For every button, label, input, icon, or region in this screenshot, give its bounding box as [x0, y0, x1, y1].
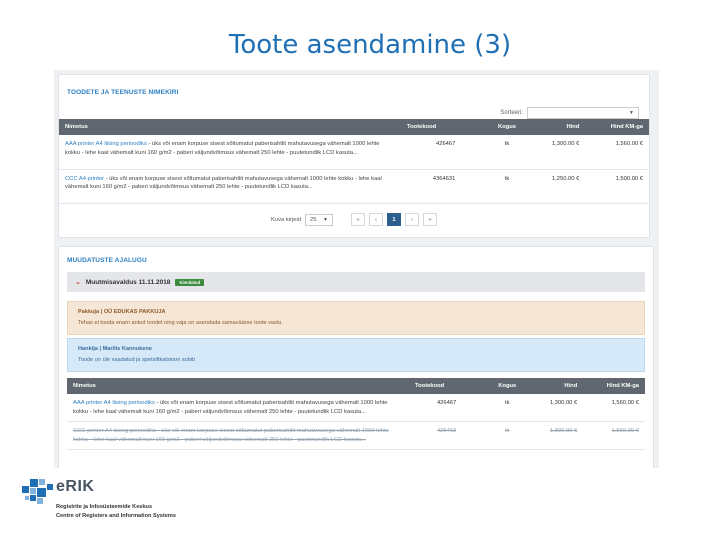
cell-code: 426467 [401, 135, 486, 170]
cell-price: 1,300.00 € [528, 135, 586, 170]
cell-price-vat: 1,500.00 € [585, 169, 649, 204]
history-panel: MUUDATUSTE AJALUGU ⌄ Muutmisavaldus 11.1… [58, 246, 654, 468]
sort-select[interactable]: ▼ [527, 107, 639, 119]
cell-price-vat: 1,560.00 € [583, 421, 645, 451]
col-name[interactable]: Nimetus [59, 119, 401, 135]
product-link[interactable]: AAA printer A4 liising perioodiks [65, 141, 147, 147]
supplier-text: Tehas ei tooda enam antud toodet ning va… [78, 320, 283, 326]
product-desc: - üks või enam korpuse sisest sõltumatut… [65, 175, 382, 191]
supplier-note: Pakkuja | OÜ EDUKAS PAKKUJA Tehas ei too… [67, 301, 645, 335]
product-link[interactable]: CCC printer A4 liising perioodiks [73, 428, 156, 434]
history-heading: MUUDATUSTE AJALUGU [67, 257, 147, 264]
product-link[interactable]: AAA printer A4 liising perioodiks [73, 400, 155, 406]
first-page-button[interactable]: « [350, 213, 365, 226]
supplier-title: Pakkuja | OÜ EDUKAS PAKKUJA [78, 309, 166, 315]
table-row: AAA printer A4 liising perioodiks - üks … [59, 135, 649, 170]
org-name-et: Registrite ja Infosüsteemide Keskus [56, 504, 153, 510]
table-row: CCC A4 printer - üks või enam korpuse si… [59, 169, 649, 204]
next-page-button[interactable]: › [404, 213, 419, 226]
org-name-en: Centre of Registers and Information Syst… [56, 513, 176, 519]
chevron-down-icon: ⌄ [75, 279, 81, 286]
caret-down-icon: ▼ [323, 216, 328, 223]
cell-price-vat: 1,560.00 € [583, 394, 645, 423]
col-code[interactable]: Tootekood [401, 119, 486, 135]
buyer-title: Hankija | Marilis Kannukene [78, 346, 152, 352]
pagination: Kuva kirjeid 25 ▼ « ‹ 1 › » [59, 213, 649, 226]
col-name[interactable]: Nimetus [67, 378, 409, 394]
cell-name: CCC printer A4 liising perioodiks - üks … [67, 421, 409, 451]
col-price-vat[interactable]: Hind KM-ga [585, 119, 649, 135]
products-table: Nimetus Tootekood Kogus Hind Hind KM-ga … [59, 119, 649, 204]
cell-name: AAA printer A4 liising perioodiks - üks … [67, 394, 409, 423]
per-page-value: 25 [309, 216, 317, 223]
col-qty[interactable]: Kogus [486, 378, 529, 394]
history-entry-header[interactable]: ⌄ Muutmisavaldus 11.11.2018 Kinnitatud [67, 272, 645, 292]
cell-qty: tk [486, 394, 529, 423]
last-page-button[interactable]: » [422, 213, 437, 226]
history-entry-title: Muutmisavaldus 11.11.2018 [85, 278, 171, 286]
col-qty[interactable]: Kogus [485, 119, 529, 135]
buyer-text: Toode on üle vaadatud ja spetsifikatsioo… [78, 357, 196, 363]
product-link[interactable]: CCC A4 printer [65, 176, 104, 182]
per-page-select[interactable]: 25 ▼ [304, 213, 333, 226]
slide-title: Toote asendamine (3) [228, 30, 512, 60]
status-badge: Kinnitatud [175, 278, 205, 286]
cell-qty: tk [485, 169, 529, 204]
cell-price: 1,300.00 € [528, 394, 584, 423]
buyer-note: Hankija | Marilis Kannukene Toode on üle… [67, 338, 645, 372]
cell-name: AAA printer A4 liising perioodiks - üks … [59, 135, 401, 170]
erik-wordmark: eRIK [56, 478, 95, 495]
cell-price-vat: 1,560.00 € [585, 135, 649, 170]
per-page-label: Kuva kirjeid [271, 216, 301, 223]
table-row: AAA printer A4 liising perioodiks - üks … [67, 394, 645, 423]
cell-code: 426467 [409, 394, 487, 423]
caret-down-icon: ▼ [629, 110, 634, 116]
history-table-wrap: Nimetus Tootekood Kogus Hind Hind KM-ga … [67, 378, 645, 451]
page-1-button[interactable]: 1 [386, 213, 401, 226]
cell-code: 4364631 [401, 169, 486, 204]
cell-price: 1,300.00 € [528, 421, 584, 451]
table-row-removed: CCC printer A4 liising perioodiks - üks … [67, 421, 645, 451]
sort-control: Sorteeri: ▼ [500, 107, 639, 119]
cell-code: 426463 [409, 421, 487, 451]
screenshot: TOODETE JA TEENUSTE NIMEKIRI Sorteeri: ▼… [54, 70, 659, 468]
table-header: Nimetus Tootekood Kogus Hind Hind KM-ga [59, 119, 649, 135]
col-price[interactable]: Hind [528, 119, 586, 135]
prev-page-button[interactable]: ‹ [368, 213, 383, 226]
col-code[interactable]: Tootekood [409, 378, 487, 394]
col-price[interactable]: Hind [528, 378, 584, 394]
history-table: Nimetus Tootekood Kogus Hind Hind KM-ga … [67, 378, 645, 451]
products-panel: TOODETE JA TEENUSTE NIMEKIRI Sorteeri: ▼… [58, 74, 650, 238]
table-header: Nimetus Tootekood Kogus Hind Hind KM-ga [67, 378, 645, 394]
products-heading: TOODETE JA TEENUSTE NIMEKIRI [67, 89, 179, 96]
cell-price: 1,250.00 € [528, 169, 586, 204]
cell-qty: tk [486, 421, 529, 451]
cell-qty: tk [485, 135, 529, 170]
cell-name: CCC A4 printer - üks või enam korpuse si… [59, 169, 401, 204]
col-price-vat[interactable]: Hind KM-ga [583, 378, 645, 394]
sort-label: Sorteeri: [500, 110, 523, 116]
erik-logo-mark [22, 479, 53, 504]
